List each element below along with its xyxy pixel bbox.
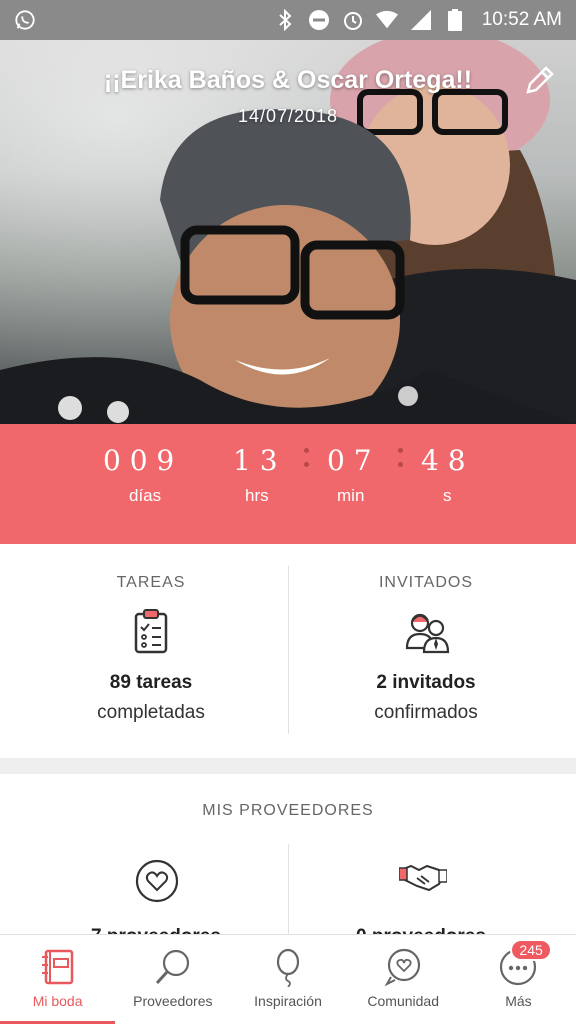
couple-illustration xyxy=(0,40,576,424)
bottom-navigation: Mi boda Proveedores Inspiración Comunida… xyxy=(0,934,576,1024)
guests-panel[interactable]: INVITADOS 2 invitados confirmados xyxy=(282,574,570,724)
guests-count: 2 invitados xyxy=(376,672,476,693)
wedding-date: 14/07/2018 xyxy=(237,106,339,126)
providers-card: MIS PROVEEDORES 7 proveedores 0 proveedo… xyxy=(0,774,576,947)
couple-names: ¡¡Erika Baños & Oscar Ortega!! xyxy=(103,66,473,94)
colon-separator xyxy=(304,448,310,478)
heart-circle-icon xyxy=(134,858,179,906)
nav-label-mi-boda: Mi boda xyxy=(32,993,83,1009)
clock-time: 10:52 AM xyxy=(481,9,562,30)
notification-badge: 245 xyxy=(510,939,552,961)
guests-title: INVITADOS xyxy=(378,574,474,591)
tasks-count: 89 tareas xyxy=(109,672,193,693)
chat-heart-icon xyxy=(383,947,423,987)
seconds-label: s xyxy=(443,486,452,505)
countdown-minutes: 0 7 xyxy=(327,444,372,477)
hours-label: hrs xyxy=(245,486,269,505)
nav-label-proveedores: Proveedores xyxy=(133,993,213,1009)
tasks-panel[interactable]: TAREAS 89 tareas completadas xyxy=(7,574,295,724)
do-not-disturb-icon xyxy=(308,9,330,31)
nav-proveedores[interactable]: Proveedores xyxy=(115,935,230,1024)
balloon-icon xyxy=(268,947,308,988)
bluetooth-icon xyxy=(274,9,296,31)
magnifier-icon xyxy=(153,947,193,987)
guests-subtitle: confirmados xyxy=(374,702,478,723)
tasks-subtitle: completadas xyxy=(97,702,205,723)
minutes-label: min xyxy=(337,486,365,505)
couple-guests-icon xyxy=(404,608,450,656)
wifi-icon xyxy=(375,9,398,31)
nav-comunidad[interactable]: Comunidad xyxy=(346,935,461,1024)
signal-icon xyxy=(410,9,432,31)
countdown-digits: 0 0 9 1 3 0 7 4 8 xyxy=(0,444,576,484)
days-label: días xyxy=(129,486,162,505)
countdown-banner: 0 0 9 1 3 0 7 4 8 días hrs min s xyxy=(0,424,576,544)
countdown-hours: 1 3 xyxy=(233,444,278,477)
handshake-icon xyxy=(398,858,448,906)
tasks-title: TAREAS xyxy=(116,574,186,591)
alarm-icon xyxy=(342,9,364,31)
colon-separator xyxy=(398,448,404,478)
battery-icon xyxy=(444,9,466,31)
nav-mi-boda[interactable]: Mi boda xyxy=(0,935,116,1024)
nav-label-comunidad: Comunidad xyxy=(367,993,440,1009)
nav-label-mas: Más xyxy=(505,993,532,1009)
countdown-seconds: 4 8 xyxy=(421,444,466,477)
nav-inspiracion[interactable]: Inspiración xyxy=(230,935,345,1024)
status-bar: 10:52 AM xyxy=(0,0,576,40)
nav-label-inspiracion: Inspiración xyxy=(254,993,322,1009)
countdown-days: 0 0 9 xyxy=(103,444,175,477)
couple-photo: ¡¡Erika Baños & Oscar Ortega!! 14/07/201… xyxy=(0,40,576,424)
summary-card: TAREAS 89 tareas completadas INVITADOS 2… xyxy=(0,544,576,758)
clipboard-checklist-icon xyxy=(129,608,173,656)
edit-pencil-icon[interactable] xyxy=(522,64,556,98)
whatsapp-icon xyxy=(14,9,36,31)
providers-title: MIS PROVEEDORES xyxy=(202,802,374,819)
nav-mas[interactable]: 245 Más xyxy=(461,935,576,1024)
notebook-icon xyxy=(38,947,78,987)
